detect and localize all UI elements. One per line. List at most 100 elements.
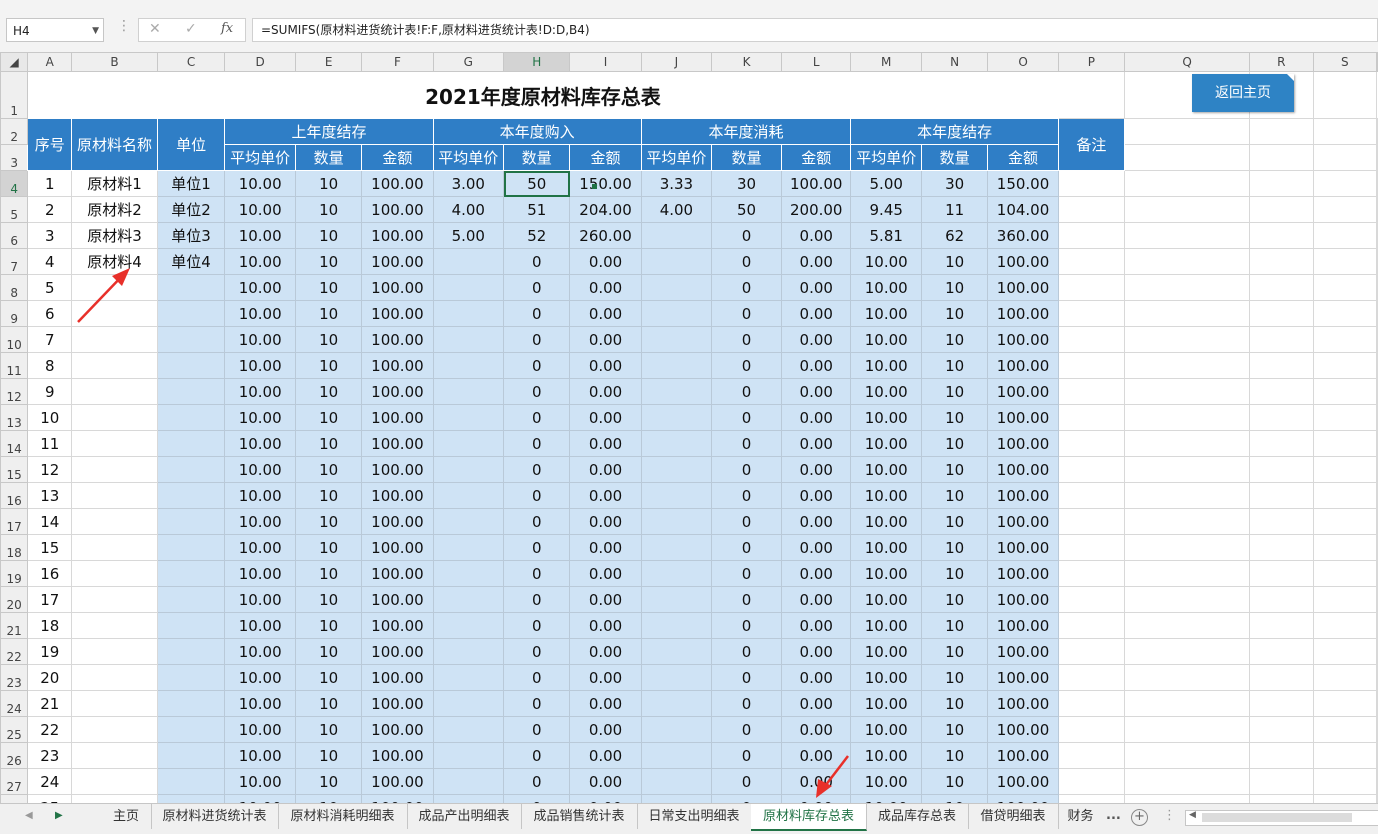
- cell[interactable]: 5.00: [850, 170, 922, 197]
- cell[interactable]: 10.00: [850, 794, 922, 803]
- row-header[interactable]: 28: [0, 794, 29, 803]
- cell[interactable]: 0: [503, 248, 571, 275]
- cell[interactable]: 0: [503, 378, 571, 405]
- cell[interactable]: [71, 430, 158, 457]
- cell[interactable]: [432, 560, 505, 587]
- cell[interactable]: 10.00: [224, 560, 296, 587]
- cell[interactable]: [1249, 144, 1314, 171]
- cell[interactable]: [71, 378, 158, 405]
- cell[interactable]: [156, 638, 226, 665]
- cell[interactable]: 10.00: [850, 742, 922, 769]
- cell[interactable]: 100.00: [987, 638, 1059, 665]
- cell[interactable]: 0.00: [569, 404, 642, 431]
- cell[interactable]: [640, 430, 713, 457]
- cell-note[interactable]: [1057, 612, 1126, 639]
- cell[interactable]: [432, 456, 505, 483]
- cell[interactable]: [156, 768, 226, 795]
- cell[interactable]: 100.00: [987, 430, 1059, 457]
- cell[interactable]: 10: [294, 638, 363, 665]
- cell[interactable]: [1312, 456, 1377, 483]
- cell[interactable]: [1124, 482, 1251, 509]
- cell[interactable]: 5.00: [432, 222, 505, 249]
- cell[interactable]: [1312, 534, 1377, 561]
- cell[interactable]: [156, 274, 226, 301]
- cell[interactable]: 10: [920, 352, 989, 379]
- cell[interactable]: [640, 508, 713, 535]
- add-sheet-button[interactable]: +: [1131, 809, 1148, 826]
- cell[interactable]: 10.00: [224, 378, 296, 405]
- cell[interactable]: 0.00: [569, 768, 642, 795]
- row-header[interactable]: 7: [0, 248, 29, 275]
- row-header[interactable]: 26: [0, 742, 29, 769]
- cell[interactable]: [1124, 404, 1251, 431]
- cell[interactable]: [1124, 170, 1251, 197]
- cell-note[interactable]: [1057, 742, 1126, 769]
- cell-note[interactable]: [1057, 638, 1126, 665]
- cell[interactable]: 100.00: [987, 586, 1059, 613]
- cell[interactable]: [71, 560, 158, 587]
- cell[interactable]: [1124, 612, 1251, 639]
- cell[interactable]: 0.00: [780, 378, 852, 405]
- cell[interactable]: 0.00: [780, 586, 852, 613]
- cell-note[interactable]: [1057, 586, 1126, 613]
- cell[interactable]: [1312, 508, 1377, 535]
- cell[interactable]: [1312, 482, 1377, 509]
- cell[interactable]: 10: [294, 768, 363, 795]
- cell[interactable]: [1249, 248, 1314, 275]
- cell[interactable]: 100.00: [987, 794, 1059, 803]
- cell[interactable]: [156, 482, 226, 509]
- cell[interactable]: 100.00: [361, 170, 434, 197]
- cell[interactable]: 0.00: [569, 794, 642, 803]
- cell[interactable]: 10.00: [224, 404, 296, 431]
- cell[interactable]: [432, 248, 505, 275]
- cell[interactable]: 100.00: [987, 560, 1059, 587]
- cell[interactable]: [1124, 248, 1251, 275]
- cell[interactable]: 0: [503, 612, 571, 639]
- cell[interactable]: 22: [27, 716, 73, 743]
- cell[interactable]: 0.00: [569, 378, 642, 405]
- cell[interactable]: [1376, 794, 1378, 803]
- cell[interactable]: 0.00: [569, 274, 642, 301]
- cell[interactable]: 100.00: [987, 664, 1059, 691]
- cell[interactable]: 10: [920, 404, 989, 431]
- cell[interactable]: 10.00: [224, 768, 296, 795]
- cell[interactable]: 100.00: [361, 456, 434, 483]
- more-tabs-icon[interactable]: ...: [1106, 808, 1121, 823]
- cell[interactable]: 单位3: [156, 222, 226, 249]
- cell[interactable]: [1124, 768, 1251, 795]
- cell[interactable]: [1249, 664, 1314, 691]
- cell-note[interactable]: [1057, 274, 1126, 301]
- cell[interactable]: [640, 690, 713, 717]
- cell[interactable]: [156, 508, 226, 535]
- cell[interactable]: 0: [711, 534, 782, 561]
- cell[interactable]: [640, 534, 713, 561]
- cell[interactable]: 100.00: [987, 508, 1059, 535]
- cell[interactable]: [640, 482, 713, 509]
- cell[interactable]: 10: [294, 222, 363, 249]
- cell[interactable]: [156, 534, 226, 561]
- cell[interactable]: 7: [27, 326, 73, 353]
- sheet-tab[interactable]: 原材料消耗明细表: [278, 804, 408, 829]
- cell[interactable]: 10.00: [850, 534, 922, 561]
- scroll-left-icon[interactable]: ◀: [1189, 810, 1196, 820]
- cell[interactable]: 0: [503, 430, 571, 457]
- cell[interactable]: 100.00: [361, 248, 434, 275]
- cell-note[interactable]: [1057, 352, 1126, 379]
- row-header[interactable]: 4: [0, 170, 29, 197]
- cell[interactable]: 原材料4: [71, 248, 158, 275]
- cell[interactable]: 0.00: [780, 664, 852, 691]
- cell[interactable]: 原材料2: [71, 196, 158, 223]
- row-header[interactable]: 17: [0, 508, 29, 535]
- cell[interactable]: [432, 664, 505, 691]
- cell[interactable]: 9.45: [850, 196, 922, 223]
- cell[interactable]: 0: [711, 690, 782, 717]
- cell[interactable]: 0.00: [780, 482, 852, 509]
- cell[interactable]: 100.00: [361, 664, 434, 691]
- cell[interactable]: [1249, 742, 1314, 769]
- cell[interactable]: [71, 404, 158, 431]
- cell[interactable]: [432, 430, 505, 457]
- cell[interactable]: 100.00: [361, 768, 434, 795]
- cell[interactable]: 10.00: [850, 612, 922, 639]
- cell[interactable]: 100.00: [987, 248, 1059, 275]
- cell[interactable]: 100.00: [361, 716, 434, 743]
